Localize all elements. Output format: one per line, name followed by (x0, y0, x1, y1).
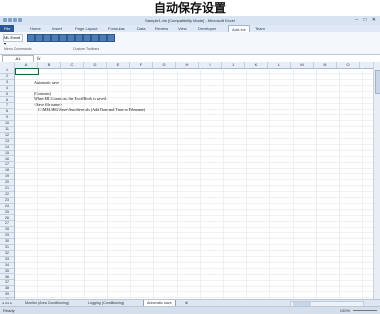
cell-text: [Contents] (34, 90, 51, 96)
ml-excel-menu-button[interactable]: ML Excel ▾ (3, 34, 23, 46)
tab-data[interactable]: Data (137, 25, 145, 32)
ribbon: ML Excel ▾ Menu Commands Custom Toolbars (0, 32, 380, 55)
cell-text: C:\MELHIG\Save\AutoSave.xls (Add Date an… (38, 107, 145, 112)
cell-text: <Save file name> (34, 101, 63, 107)
spreadsheet-grid[interactable]: A B C D E F G H I J K L M N O 1234567891… (0, 62, 373, 299)
function-icon[interactable]: fx (37, 55, 41, 62)
page-caption: 自动保存设置 (0, 0, 380, 16)
toolbar-button[interactable] (67, 34, 75, 42)
toolbar-button[interactable] (75, 34, 83, 42)
toolbar-button[interactable] (99, 34, 107, 42)
toolbar-button[interactable] (51, 34, 59, 42)
tab-file[interactable]: File (0, 25, 15, 32)
toolbar-button[interactable] (35, 34, 43, 42)
selected-cell[interactable] (15, 68, 39, 75)
toolbar-button[interactable] (27, 34, 35, 42)
toolbar-button[interactable] (43, 34, 51, 42)
scrollbar-thumb[interactable] (375, 70, 380, 94)
toolbar-button[interactable] (91, 34, 99, 42)
menu-commands-group-label: Menu Commands (4, 47, 32, 51)
tab-page-layout[interactable]: Page Layout (75, 25, 97, 32)
ribbon-tabs: File Home Insert Page Layout Formulas Da… (0, 25, 380, 33)
cell-area[interactable] (15, 68, 373, 299)
window-title: Sample1.xls [Compatibility Mode] - Micro… (145, 18, 235, 23)
tab-team[interactable]: Team (255, 25, 265, 32)
row-header-bar: 1 2 3 4 5 6 7 8 9 10 11 12 13 14 15 16 17 18 19 20 21 22 23 24 2… (0, 68, 15, 299)
cell-text: Automatic save (34, 79, 59, 85)
vertical-scrollbar[interactable] (373, 62, 380, 299)
toolbar-button[interactable] (107, 34, 115, 42)
tab-view[interactable]: View (178, 25, 187, 32)
tab-developer[interactable]: Developer (198, 25, 216, 32)
tab-home[interactable]: Home (30, 25, 41, 32)
zoom-slider[interactable] (353, 310, 377, 311)
toolbar-button[interactable] (59, 34, 67, 42)
cell-text: When ML3 turns on, the ExcelBook is save… (34, 96, 107, 101)
tab-review[interactable]: Review (155, 25, 168, 32)
window-controls[interactable]: – □ ✕ (355, 17, 378, 23)
toolbar-button[interactable] (83, 34, 91, 42)
custom-toolbars-group-label: Custom Toolbars (73, 47, 100, 51)
tab-insert[interactable]: Insert (52, 25, 62, 32)
tab-formulas[interactable]: Formulas (108, 25, 125, 32)
